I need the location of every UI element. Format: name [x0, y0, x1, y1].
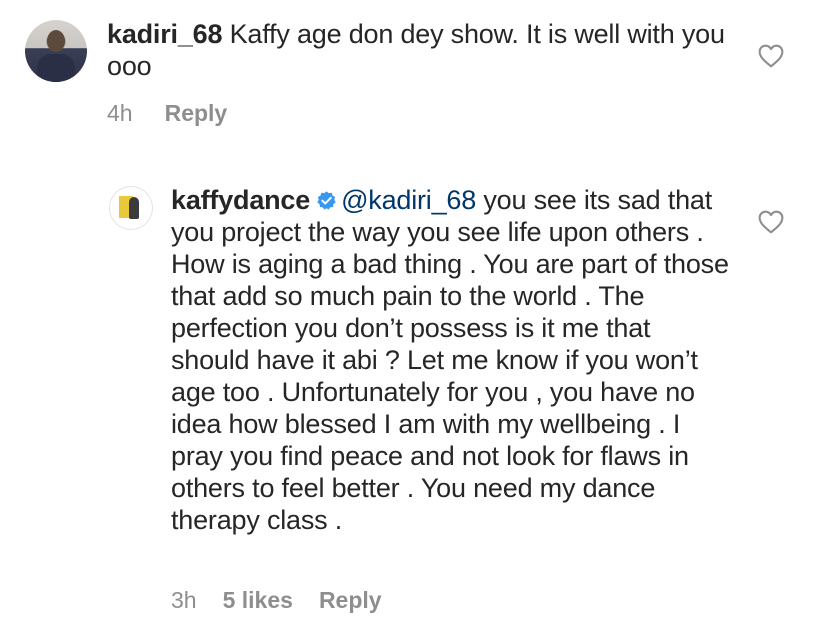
heart-outline-icon[interactable] — [758, 210, 784, 234]
comment-meta: 4h Reply — [107, 100, 227, 127]
avatar-head — [47, 30, 65, 52]
mention-link[interactable]: @kadiri_68 — [341, 185, 476, 215]
likes-count[interactable]: 5 likes — [223, 587, 293, 614]
reply-text: you see its sad that you project the way… — [171, 185, 729, 535]
reply-button[interactable]: Reply — [165, 100, 228, 127]
heart-outline-icon[interactable] — [758, 44, 784, 68]
reply-button[interactable]: Reply — [319, 587, 382, 614]
avatar-kadiri[interactable] — [25, 20, 87, 82]
reply-body: kaffydance @kadiri_68 you see its sad tha… — [171, 184, 731, 536]
comment-thread: kadiri_68 Kaffy age don dey show. It is … — [0, 0, 828, 640]
comment-body: kadiri_68 Kaffy age don dey show. It is … — [107, 18, 727, 82]
comment-time: 4h — [107, 100, 133, 126]
reply-time: 3h — [171, 587, 197, 613]
verified-badge-icon — [317, 191, 336, 210]
reply-meta: 3h 5 likes Reply — [171, 587, 382, 614]
avatar-figure — [129, 197, 139, 219]
comment-username[interactable]: kadiri_68 — [107, 19, 222, 49]
avatar-kaffydance[interactable] — [109, 186, 153, 230]
reply-username[interactable]: kaffydance — [171, 185, 310, 215]
avatar-suit — [37, 54, 75, 82]
